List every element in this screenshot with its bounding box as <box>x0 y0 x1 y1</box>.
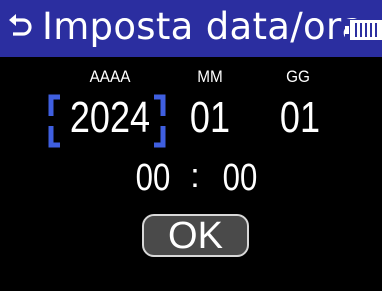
title-bar: Imposta data/ora <box>0 0 382 57</box>
page-title: Imposta data/ora <box>42 5 365 48</box>
time-separator: : <box>190 157 200 195</box>
day-field[interactable]: 01 <box>275 90 324 146</box>
back-arrow-icon[interactable] <box>6 12 34 40</box>
minute-field[interactable]: 00 <box>217 155 263 201</box>
day-label: GG <box>286 67 310 86</box>
year-field[interactable]: 2024 <box>69 90 151 146</box>
month-label: MM <box>197 67 223 86</box>
hour-field[interactable]: 00 <box>130 155 176 201</box>
year-label: AAAA <box>89 67 131 86</box>
ok-button[interactable]: OK <box>142 214 249 257</box>
battery-icon <box>345 19 382 41</box>
month-field[interactable]: 01 <box>185 90 234 146</box>
